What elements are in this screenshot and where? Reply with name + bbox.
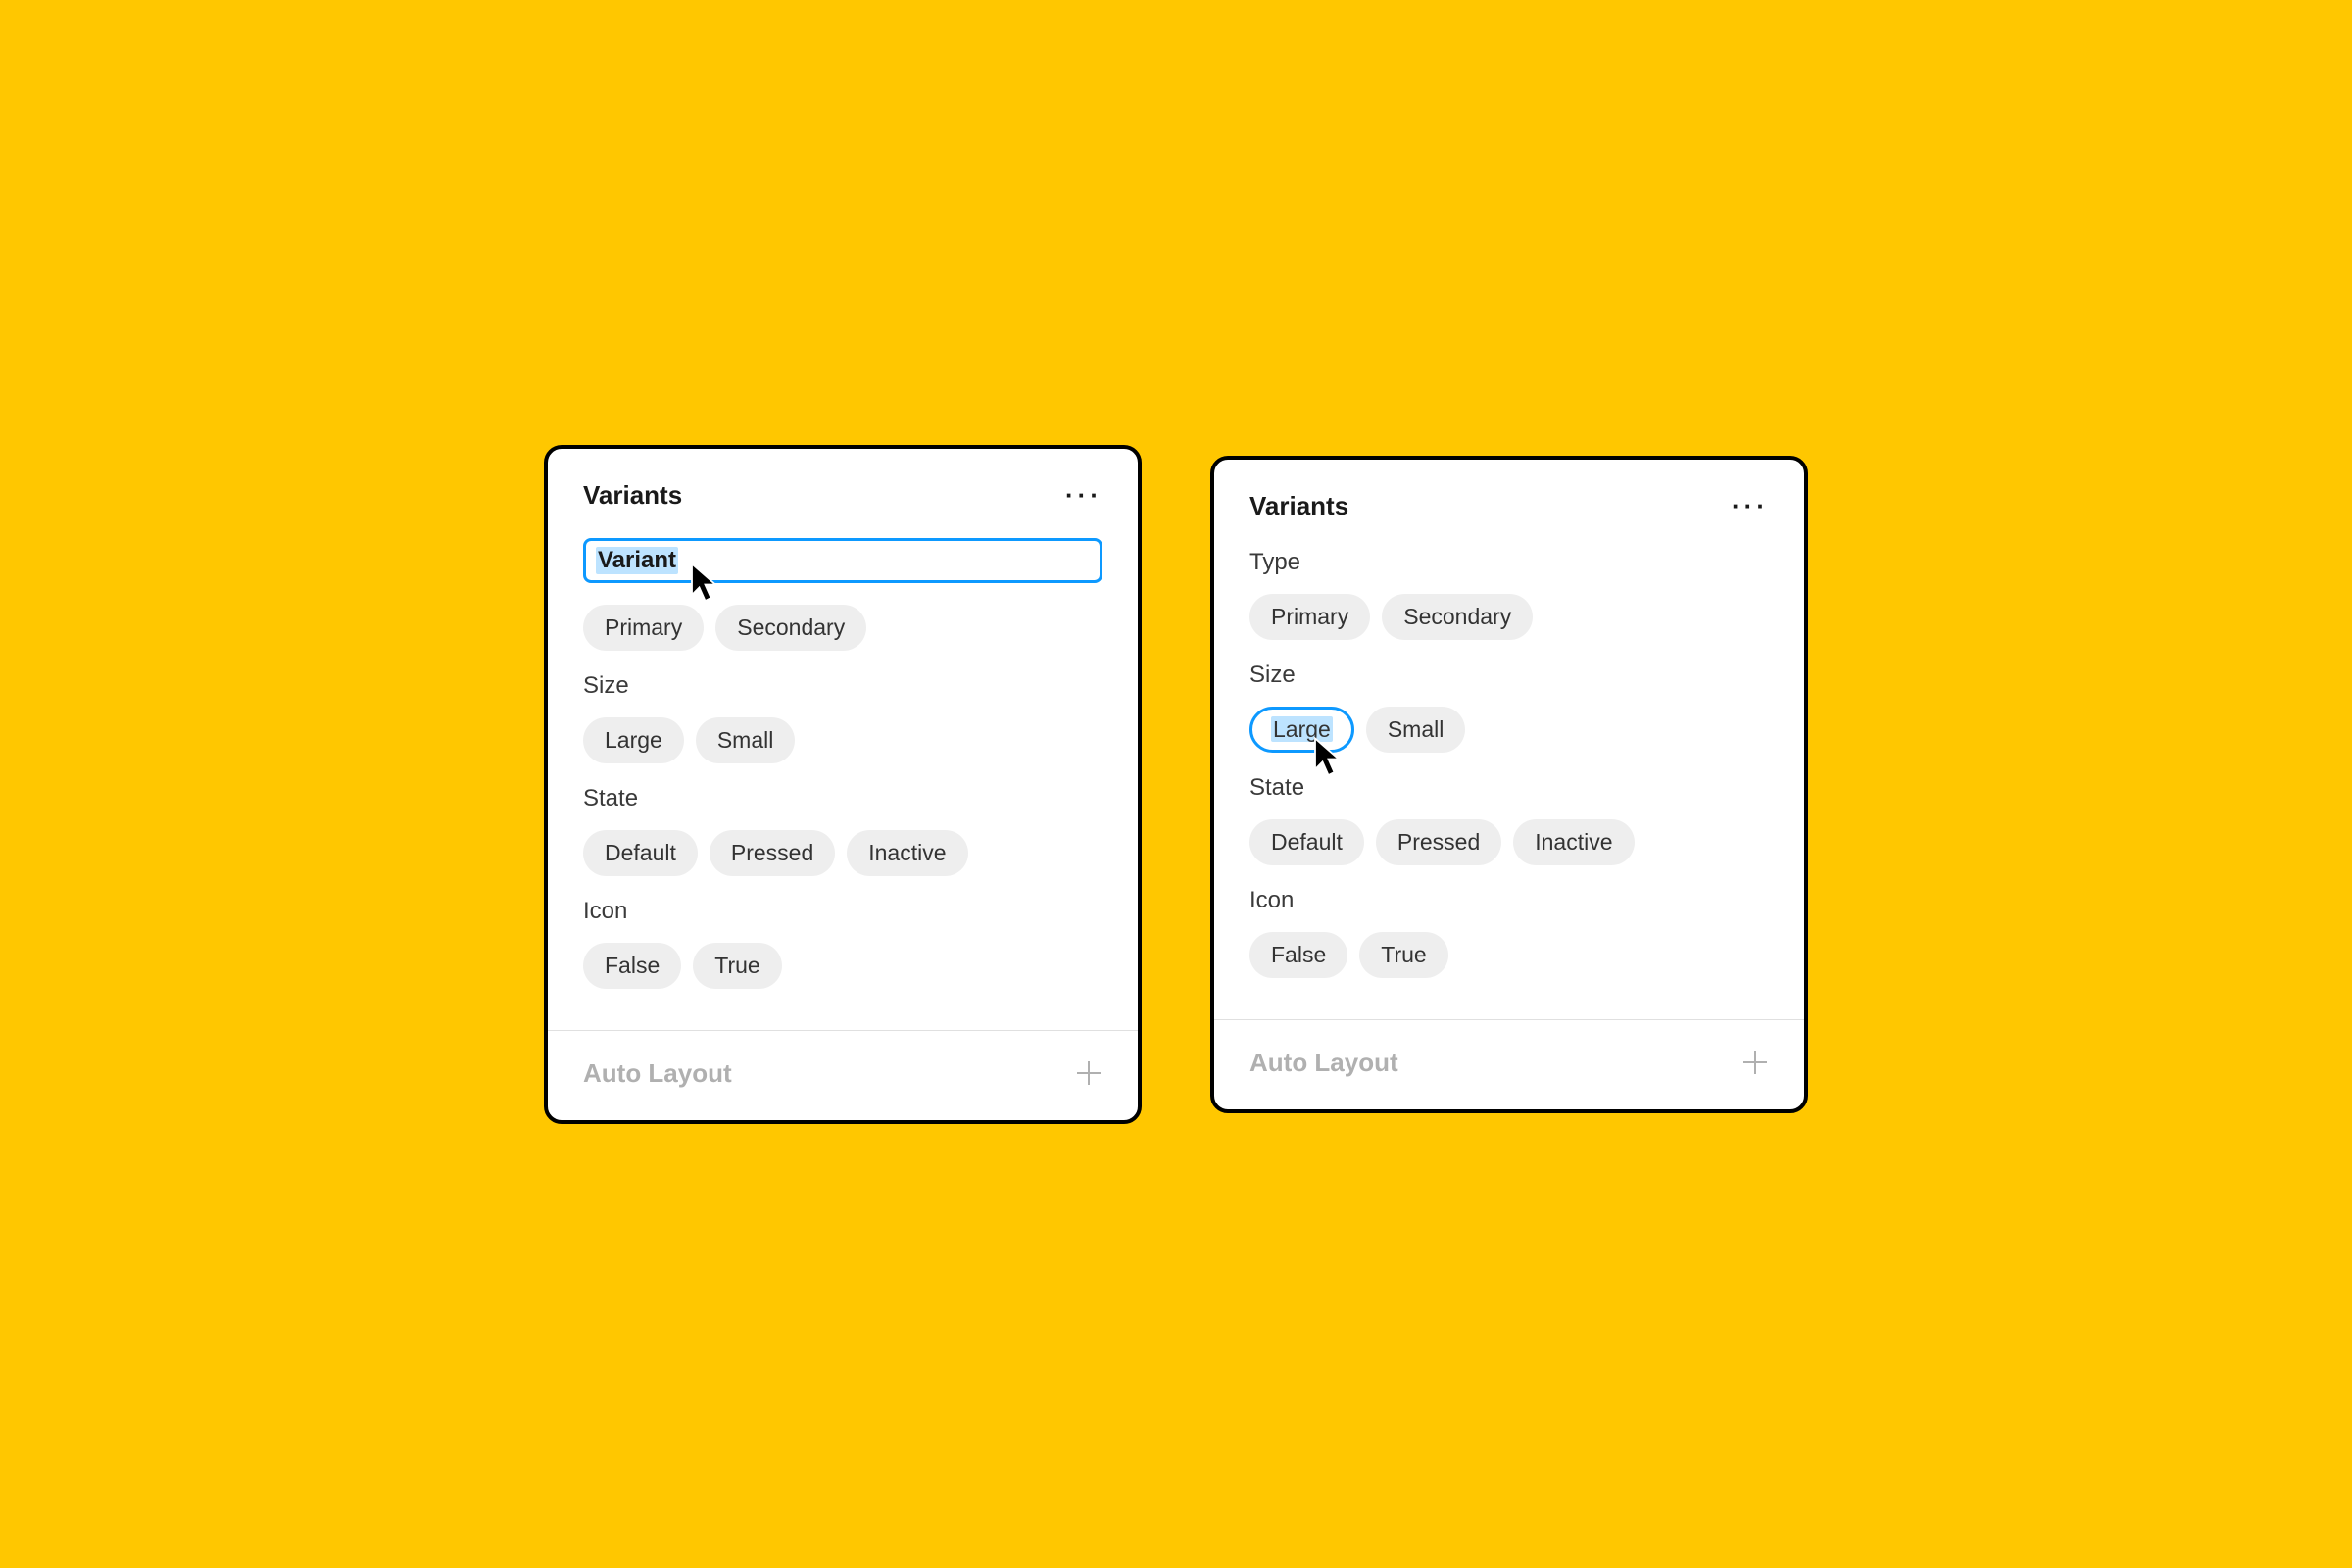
panel-header: Variants ··· [1250,491,1769,521]
property-section-state: State Default Pressed Inactive [583,785,1102,876]
property-section-variant: Primary Secondary [583,605,1102,651]
property-section-size: Size Large Small [583,672,1102,763]
property-label: State [1250,774,1769,802]
variant-chip-true[interactable]: True [1359,932,1447,978]
variant-chip-small[interactable]: Small [1366,707,1466,753]
variant-chip-large[interactable]: Large [583,717,684,763]
variant-chip-default[interactable]: Default [583,830,698,876]
variant-chip-pressed[interactable]: Pressed [710,830,835,876]
plus-icon[interactable] [1075,1059,1102,1087]
property-label: Size [1250,662,1769,689]
variant-chip-false[interactable]: False [1250,932,1348,978]
property-name-value: Variant [596,547,678,574]
variant-chip-pressed[interactable]: Pressed [1376,819,1501,865]
property-section-size: Size Large Small [1250,662,1769,753]
cursor-icon [1313,737,1347,778]
variant-chip-secondary[interactable]: Secondary [1382,594,1533,640]
panel-footer: Auto Layout [1214,1020,1804,1109]
chip-row: Large Small [1250,707,1769,753]
more-icon[interactable]: ··· [1732,491,1769,521]
variant-chip-true[interactable]: True [693,943,781,989]
chip-row: Default Pressed Inactive [583,830,1102,876]
variant-chip-primary[interactable]: Primary [1250,594,1370,640]
property-section-icon: Icon False True [1250,887,1769,978]
property-label: Icon [1250,887,1769,914]
property-label: State [583,785,1102,812]
chip-row: Large Small [583,717,1102,763]
panel-body: Variants ··· Type Primary Secondary Size… [1214,460,1804,1019]
auto-layout-label: Auto Layout [1250,1048,1398,1078]
plus-icon[interactable] [1741,1049,1769,1076]
chip-row: Primary Secondary [1250,594,1769,640]
variants-panel-right: Variants ··· Type Primary Secondary Size… [1210,456,1808,1113]
variant-chip-primary[interactable]: Primary [583,605,704,651]
more-icon[interactable]: ··· [1065,480,1102,511]
auto-layout-label: Auto Layout [583,1058,732,1089]
variant-chip-default[interactable]: Default [1250,819,1364,865]
panel-footer: Auto Layout [548,1031,1138,1120]
property-label: Icon [583,898,1102,925]
property-name-input[interactable]: Variant [583,538,1102,583]
chip-row: Primary Secondary [583,605,1102,651]
variant-chip-false[interactable]: False [583,943,681,989]
panel-header: Variants ··· [583,480,1102,511]
property-section-icon: Icon False True [583,898,1102,989]
variants-panel-left: Variants ··· Variant Primary Secondary S… [544,445,1142,1124]
property-section-type: Type Primary Secondary [1250,549,1769,640]
variant-chip-inactive[interactable]: Inactive [847,830,967,876]
variant-chip-secondary[interactable]: Secondary [715,605,866,651]
property-section-state: State Default Pressed Inactive [1250,774,1769,865]
chip-row: False True [1250,932,1769,978]
property-label: Type [1250,549,1769,576]
variant-chip-small[interactable]: Small [696,717,796,763]
panel-title: Variants [583,480,682,511]
panel-body: Variants ··· Variant Primary Secondary S… [548,449,1138,1030]
cursor-icon [690,563,723,604]
variant-chip-large-editing[interactable]: Large [1250,707,1354,753]
chip-row: False True [583,943,1102,989]
panel-title: Variants [1250,491,1348,521]
variant-chip-inactive[interactable]: Inactive [1513,819,1634,865]
chip-row: Default Pressed Inactive [1250,819,1769,865]
property-label: Size [583,672,1102,700]
